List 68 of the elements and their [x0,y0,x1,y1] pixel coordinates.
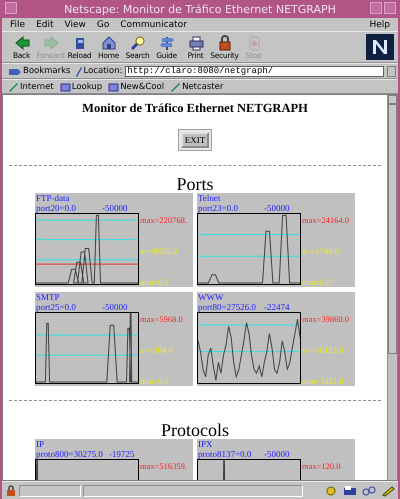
graph-offset: -50000 [264,449,290,459]
browser-logo-icon [366,34,394,60]
scrollbar[interactable] [387,95,397,480]
min-label: min=3421.0 [302,376,344,386]
graph-reading: port25=0.0 [36,302,77,312]
graph-title: WWW [197,292,224,302]
average-label: x~=16153.0 [302,345,344,355]
menu-item[interactable]: Communicator [120,20,187,30]
pen-icon [170,82,182,92]
graph-reading: proto800=30275.0 [36,449,104,459]
graph-offset: -19725 [108,449,134,459]
location-label: Location: [74,66,122,76]
graph-title: Telnet [197,193,222,203]
menu-item[interactable]: Go [96,20,110,30]
padlock-icon[interactable] [5,484,17,496]
max-label: max=24164.0 [302,215,350,225]
exit-button[interactable]: EXIT [180,132,210,148]
graph-reading: proto8137=0.0 [198,449,252,459]
max-label: max=39860.0 [302,314,350,324]
pen-icon [8,82,19,92]
max-label: max=220768. [140,215,188,225]
max-label: max=120.0 [302,461,341,471]
back-arrow-icon [14,34,30,50]
signpost-icon [158,34,174,50]
forward-arrow-icon [42,34,58,50]
menu-item[interactable]: Help [369,20,390,30]
graph-offset: -22474 [264,302,290,312]
min-label: min=0.0 [140,277,170,287]
menu-item[interactable]: View [64,20,86,30]
graph-offset: -50000 [102,203,128,213]
printer-icon [188,34,204,50]
graph-title: IP [35,439,46,449]
mail-icon[interactable] [343,484,357,496]
graph-title: FTP-data [35,193,70,203]
graph-offset: -50000 [102,302,128,312]
padlock-icon [216,34,232,50]
pen-icon [74,66,82,76]
max-label: max=516359. [140,461,188,471]
min-label: min=0.0 [302,277,332,287]
graph-reading: port23=0.0 [198,203,239,213]
average-label: x~=304.0 [140,345,174,355]
max-label: max=5968.0 [140,314,183,324]
bookmark-link[interactable]: Internet [8,82,54,92]
graph-reading: port20=0.0 [36,203,77,213]
average-label: x~=9553.0 [140,246,178,256]
graph-reading: port80=27526.0 [198,302,257,312]
dropdown-button[interactable] [387,66,396,76]
window-title: Netscape: Monitor de Tráfico Ethernet NETGRAPH [64,2,336,16]
graph-title: IPX [197,439,214,449]
magnifier-icon [130,34,146,50]
house-icon [100,34,116,50]
bookmark-link[interactable]: New&Cool [108,82,164,92]
bookmark-link[interactable]: Lookup [60,82,102,92]
bookmarks-button[interactable]: Bookmarks [8,66,70,76]
min-label: min=0.0 [140,376,170,386]
bookmark-link[interactable]: Netcaster [170,82,224,92]
average-label: x~=1748.0 [302,246,340,256]
progress-field [19,484,81,496]
folder-icon [108,82,120,92]
menu-item[interactable]: Edit [36,20,54,30]
url-field[interactable]: http://claro:8080/netgraph/ [125,66,384,76]
folder-icon [60,82,71,92]
page-heading: Monitor de Tráfico Ethernet NETGRAPH [82,101,308,116]
menu-item[interactable]: File [10,20,26,30]
section-heading: Protocols [160,421,229,439]
section-heading: Ports [176,175,214,193]
graph-offset: -50000 [264,203,290,213]
graph-title: SMTP [35,292,61,302]
